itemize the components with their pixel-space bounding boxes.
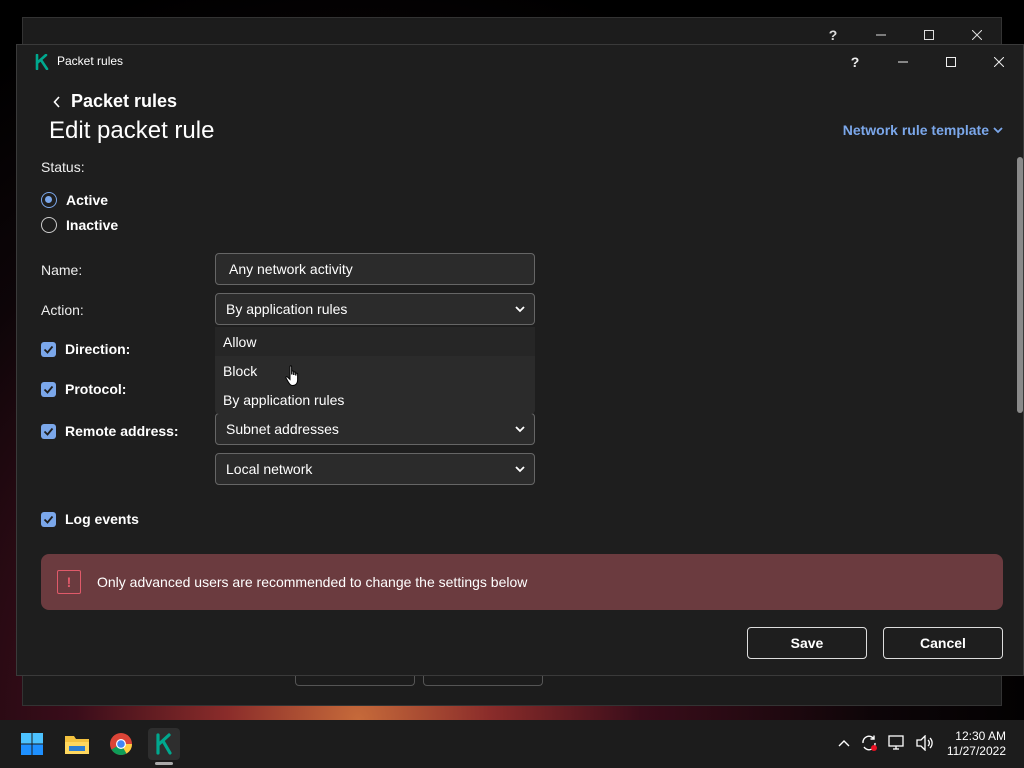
close-button[interactable] xyxy=(975,45,1023,79)
checkmark-icon xyxy=(43,427,54,436)
help-button[interactable]: ? xyxy=(831,45,879,79)
minimize-icon xyxy=(898,61,908,63)
kaspersky-logo-icon xyxy=(35,54,49,70)
remote-address-checkbox[interactable] xyxy=(41,423,56,439)
kaspersky-icon[interactable] xyxy=(155,733,173,755)
log-events-checkbox[interactable] xyxy=(41,511,56,527)
action-label: Action: xyxy=(41,302,84,318)
radio-active-label[interactable]: Active xyxy=(66,192,108,208)
edit-packet-rule-dialog: Packet rules ? Packet rules Edit packet … xyxy=(16,44,1024,676)
log-events-checkbox-row[interactable]: Log events xyxy=(41,511,139,527)
dropdown-option-by-application-rules[interactable]: By application rules xyxy=(215,385,535,414)
direction-label[interactable]: Direction: xyxy=(65,341,130,357)
scrollbar-thumb[interactable] xyxy=(1017,157,1023,413)
remote-address-label[interactable]: Remote address: xyxy=(65,423,179,439)
advanced-users-warning: ! Only advanced users are recommended to… xyxy=(41,554,1003,610)
remote-address-select[interactable]: Subnet addresses xyxy=(215,413,535,445)
system-tray xyxy=(838,734,934,752)
taskbar-clock[interactable]: 12:30 AM 11/27/2022 xyxy=(947,729,1006,759)
protocol-checkbox[interactable] xyxy=(41,381,56,397)
kaspersky-taskbar-button[interactable] xyxy=(148,728,180,760)
protocol-checkbox-row[interactable]: Protocol: xyxy=(41,381,126,397)
chevron-down-icon[interactable] xyxy=(993,126,1003,134)
start-button[interactable] xyxy=(16,728,48,760)
active-app-indicator xyxy=(155,762,173,765)
remote-address-select-value: Subnet addresses xyxy=(226,421,339,437)
minimize-icon xyxy=(876,34,886,36)
action-select-value: By application rules xyxy=(226,301,348,317)
volume-icon[interactable] xyxy=(916,735,934,751)
chevron-up-icon[interactable] xyxy=(838,739,850,747)
clock-date: 11/27/2022 xyxy=(946,744,1006,758)
sync-icon[interactable] xyxy=(860,734,878,752)
log-events-label[interactable]: Log events xyxy=(65,511,139,527)
maximize-icon xyxy=(946,57,956,67)
save-button[interactable]: Save xyxy=(747,627,867,659)
close-icon xyxy=(994,57,1004,67)
chrome-icon[interactable] xyxy=(109,732,133,756)
chevron-down-icon xyxy=(515,426,525,433)
window-title: Packet rules xyxy=(57,54,124,68)
checkmark-icon xyxy=(43,345,54,354)
template-link-label[interactable]: Network rule template xyxy=(843,122,989,138)
chrome-button[interactable] xyxy=(105,728,137,760)
chevron-down-icon xyxy=(515,306,525,313)
maximize-icon xyxy=(924,30,934,40)
folder-icon[interactable] xyxy=(64,733,90,755)
network-icon[interactable] xyxy=(888,735,906,751)
remote-address-sub-select-value: Local network xyxy=(226,461,313,477)
maximize-button[interactable] xyxy=(927,45,975,79)
network-rule-template-link[interactable]: Network rule template xyxy=(843,122,1003,138)
radio-button-unchecked[interactable] xyxy=(41,217,57,233)
direction-checkbox[interactable] xyxy=(41,341,56,357)
warning-text: Only advanced users are recommended to c… xyxy=(97,574,528,590)
name-label: Name: xyxy=(41,262,83,278)
cancel-button[interactable]: Cancel xyxy=(883,627,1003,659)
remote-address-sub-select[interactable]: Local network xyxy=(215,453,535,485)
chevron-left-icon[interactable] xyxy=(53,95,61,108)
checkmark-icon xyxy=(43,515,54,524)
page-title: Edit packet rule xyxy=(49,117,215,144)
name-input[interactable]: Any network activity xyxy=(215,253,535,285)
warning-exclamation-icon: ! xyxy=(57,570,81,594)
breadcrumb-packet-rules[interactable]: Packet rules xyxy=(71,91,177,112)
clock-time: 12:30 AM xyxy=(955,729,1006,743)
radio-inactive[interactable]: Inactive xyxy=(41,217,118,233)
close-icon xyxy=(972,30,982,40)
window-controls: ? xyxy=(831,45,1023,79)
direction-checkbox-row[interactable]: Direction: xyxy=(41,341,130,357)
radio-button-checked[interactable] xyxy=(41,192,57,208)
taskbar: 12:30 AM 11/27/2022 xyxy=(0,720,1024,768)
chevron-down-icon xyxy=(515,466,525,473)
breadcrumb[interactable]: Packet rules xyxy=(53,91,177,112)
action-dropdown-menu: Allow Block By application rules xyxy=(215,327,535,414)
status-label: Status: xyxy=(41,159,85,175)
windows-start-icon[interactable] xyxy=(20,732,44,756)
checkmark-icon xyxy=(43,385,54,394)
remote-address-checkbox-row[interactable]: Remote address: xyxy=(41,423,179,439)
radio-inactive-label[interactable]: Inactive xyxy=(66,217,118,233)
action-select[interactable]: By application rules xyxy=(215,293,535,325)
protocol-label[interactable]: Protocol: xyxy=(65,381,126,397)
minimize-button[interactable] xyxy=(879,45,927,79)
titlebar: Packet rules ? xyxy=(17,45,1023,79)
dropdown-option-allow[interactable]: Allow xyxy=(215,327,535,356)
hand-cursor-icon xyxy=(285,365,299,387)
dropdown-option-block[interactable]: Block xyxy=(215,356,535,385)
radio-active[interactable]: Active xyxy=(41,192,108,208)
file-explorer-button[interactable] xyxy=(61,728,93,760)
